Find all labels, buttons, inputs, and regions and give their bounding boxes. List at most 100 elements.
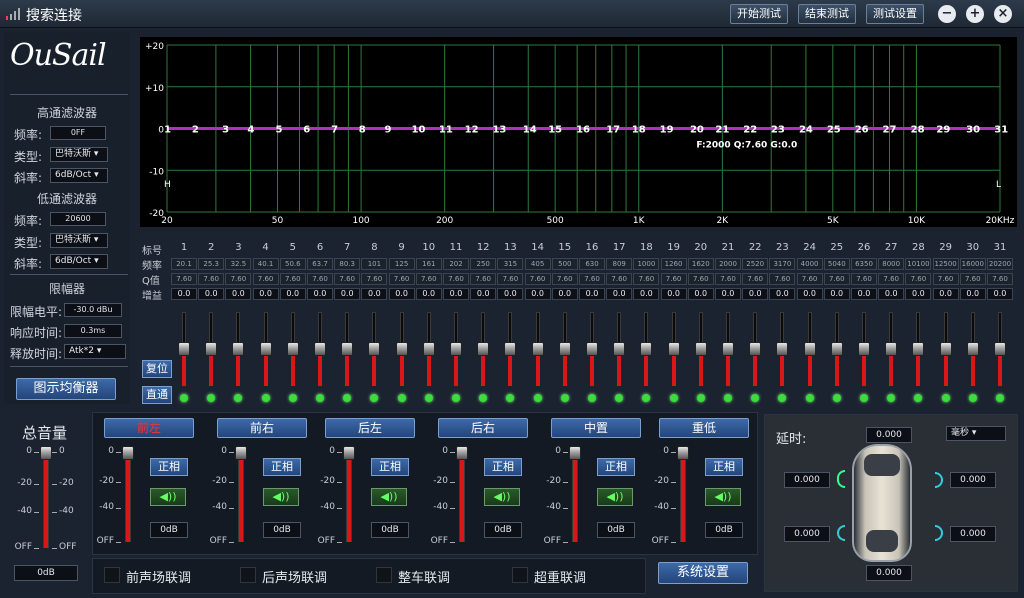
band-frequency[interactable]: 4000 — [796, 258, 823, 270]
band-gain[interactable]: 0.0 — [905, 288, 932, 300]
eq-slider-knob[interactable] — [422, 342, 435, 356]
delay-top-input[interactable]: 0.000 — [866, 427, 912, 443]
speaker-mute-icon[interactable]: ◀)) — [705, 488, 741, 506]
band-frequency[interactable]: 250 — [470, 258, 497, 270]
band-enable-led[interactable] — [805, 394, 814, 402]
band-gain[interactable]: 0.0 — [225, 288, 252, 300]
speaker-mute-icon[interactable]: ◀)) — [597, 488, 633, 506]
attack-input[interactable]: 0.3ms — [64, 324, 122, 338]
fader-knob[interactable] — [677, 446, 689, 460]
eq-slider-knob[interactable] — [722, 342, 734, 356]
band-enable-led[interactable] — [234, 394, 243, 402]
eq-slider-knob[interactable] — [694, 342, 707, 356]
eq-slider-knob[interactable] — [803, 342, 816, 356]
band-q[interactable]: 7.60 — [987, 273, 1013, 285]
fader-knob[interactable] — [456, 446, 468, 460]
eq-slider-knob[interactable] — [286, 342, 299, 356]
band-gain[interactable]: 0.0 — [415, 288, 442, 300]
channel-name-button[interactable]: 重低 — [659, 418, 749, 438]
channel-name-button[interactable]: 中置 — [551, 418, 641, 438]
band-frequency[interactable]: 1000 — [633, 258, 660, 270]
band-frequency[interactable]: 630 — [579, 258, 605, 270]
delay-bottom-input[interactable]: 0.000 — [866, 565, 912, 581]
band-q[interactable]: 7.60 — [388, 273, 415, 285]
speaker-mute-icon[interactable]: ◀)) — [150, 488, 186, 506]
eq-reset-button[interactable]: 复位 — [142, 360, 172, 378]
band-gain[interactable]: 0.0 — [633, 288, 660, 300]
eq-slider-knob[interactable] — [314, 342, 326, 356]
band-gain[interactable]: 0.0 — [361, 288, 388, 300]
maximize-icon[interactable]: + — [966, 5, 984, 23]
band-frequency[interactable]: 5040 — [823, 258, 850, 270]
eq-slider-knob[interactable] — [504, 342, 517, 356]
speaker-mute-icon[interactable]: ◀)) — [484, 488, 520, 506]
band-enable-led[interactable] — [696, 394, 705, 402]
band-enable-led[interactable] — [479, 394, 488, 402]
lp-type-select[interactable]: 巴特沃斯 ▾ — [50, 233, 108, 248]
band-frequency[interactable]: 25.3 — [198, 258, 225, 270]
test-settings-button[interactable]: 测试设置 — [866, 4, 924, 24]
fader-knob[interactable] — [235, 446, 247, 460]
band-frequency[interactable]: 6350 — [851, 258, 877, 270]
band-q[interactable]: 7.60 — [279, 273, 306, 285]
band-frequency[interactable]: 315 — [497, 258, 524, 270]
lp-freq-input[interactable]: 20600 — [50, 212, 106, 226]
lp-slope-select[interactable]: 6dB/Oct ▾ — [50, 254, 108, 269]
band-q[interactable]: 7.60 — [796, 273, 823, 285]
phase-button[interactable]: 正相 — [150, 458, 188, 476]
hp-slope-select[interactable]: 6dB/Oct ▾ — [50, 168, 108, 183]
release-select[interactable]: Atk*2 ▾ — [64, 344, 126, 359]
eq-slider-knob[interactable] — [776, 342, 789, 356]
band-gain[interactable]: 0.0 — [279, 288, 306, 300]
band-frequency[interactable]: 809 — [606, 258, 633, 270]
fader-knob[interactable] — [569, 446, 581, 460]
band-enable-led[interactable] — [288, 394, 297, 402]
band-q[interactable]: 7.60 — [633, 273, 660, 285]
band-enable-led[interactable] — [261, 394, 270, 402]
eq-slider-knob[interactable] — [858, 342, 870, 356]
band-gain[interactable]: 0.0 — [959, 288, 986, 300]
band-frequency[interactable]: 10100 — [905, 258, 932, 270]
stop-test-button[interactable]: 结束测试 — [798, 4, 856, 24]
band-enable-led[interactable] — [615, 394, 624, 402]
band-enable-led[interactable] — [533, 394, 542, 402]
band-q[interactable]: 7.60 — [905, 273, 932, 285]
eq-slider-knob[interactable] — [885, 342, 898, 356]
band-q[interactable]: 7.60 — [307, 273, 333, 285]
speaker-mute-icon[interactable]: ◀)) — [263, 488, 299, 506]
channel-name-button[interactable]: 前右 — [217, 418, 307, 438]
band-gain[interactable]: 0.0 — [715, 288, 741, 300]
band-frequency[interactable]: 63.7 — [307, 258, 333, 270]
band-enable-led[interactable] — [887, 394, 896, 402]
eq-slider-knob[interactable] — [640, 342, 653, 356]
eq-slider-knob[interactable] — [531, 342, 544, 356]
band-frequency[interactable]: 202 — [443, 258, 469, 270]
close-icon[interactable]: × — [994, 5, 1012, 23]
band-gain[interactable]: 0.0 — [823, 288, 850, 300]
eq-slider-knob[interactable] — [259, 342, 272, 356]
band-gain[interactable]: 0.0 — [742, 288, 769, 300]
eq-slider-knob[interactable] — [205, 342, 218, 356]
band-frequency[interactable]: 80.3 — [334, 258, 361, 270]
link-checkbox[interactable] — [104, 567, 120, 583]
band-q[interactable]: 7.60 — [715, 273, 741, 285]
band-q[interactable]: 7.60 — [334, 273, 361, 285]
band-frequency[interactable]: 1620 — [687, 258, 714, 270]
band-q[interactable]: 7.60 — [551, 273, 578, 285]
delay-front-right-input[interactable]: 0.000 — [950, 472, 996, 488]
band-enable-led[interactable] — [778, 394, 787, 402]
fader-knob[interactable] — [40, 446, 52, 460]
eq-slider-knob[interactable] — [368, 342, 381, 356]
speaker-mute-icon[interactable]: ◀)) — [371, 488, 407, 506]
band-enable-led[interactable] — [506, 394, 515, 402]
eq-slider-knob[interactable] — [232, 342, 245, 356]
band-q[interactable]: 7.60 — [470, 273, 497, 285]
band-q[interactable]: 7.60 — [769, 273, 796, 285]
band-gain[interactable]: 0.0 — [932, 288, 959, 300]
band-frequency[interactable]: 8000 — [878, 258, 905, 270]
band-enable-led[interactable] — [180, 394, 188, 402]
channel-name-button[interactable]: 后左 — [325, 418, 415, 438]
eq-slider-knob[interactable] — [966, 342, 979, 356]
eq-slider-knob[interactable] — [341, 342, 354, 356]
band-enable-led[interactable] — [424, 394, 433, 402]
